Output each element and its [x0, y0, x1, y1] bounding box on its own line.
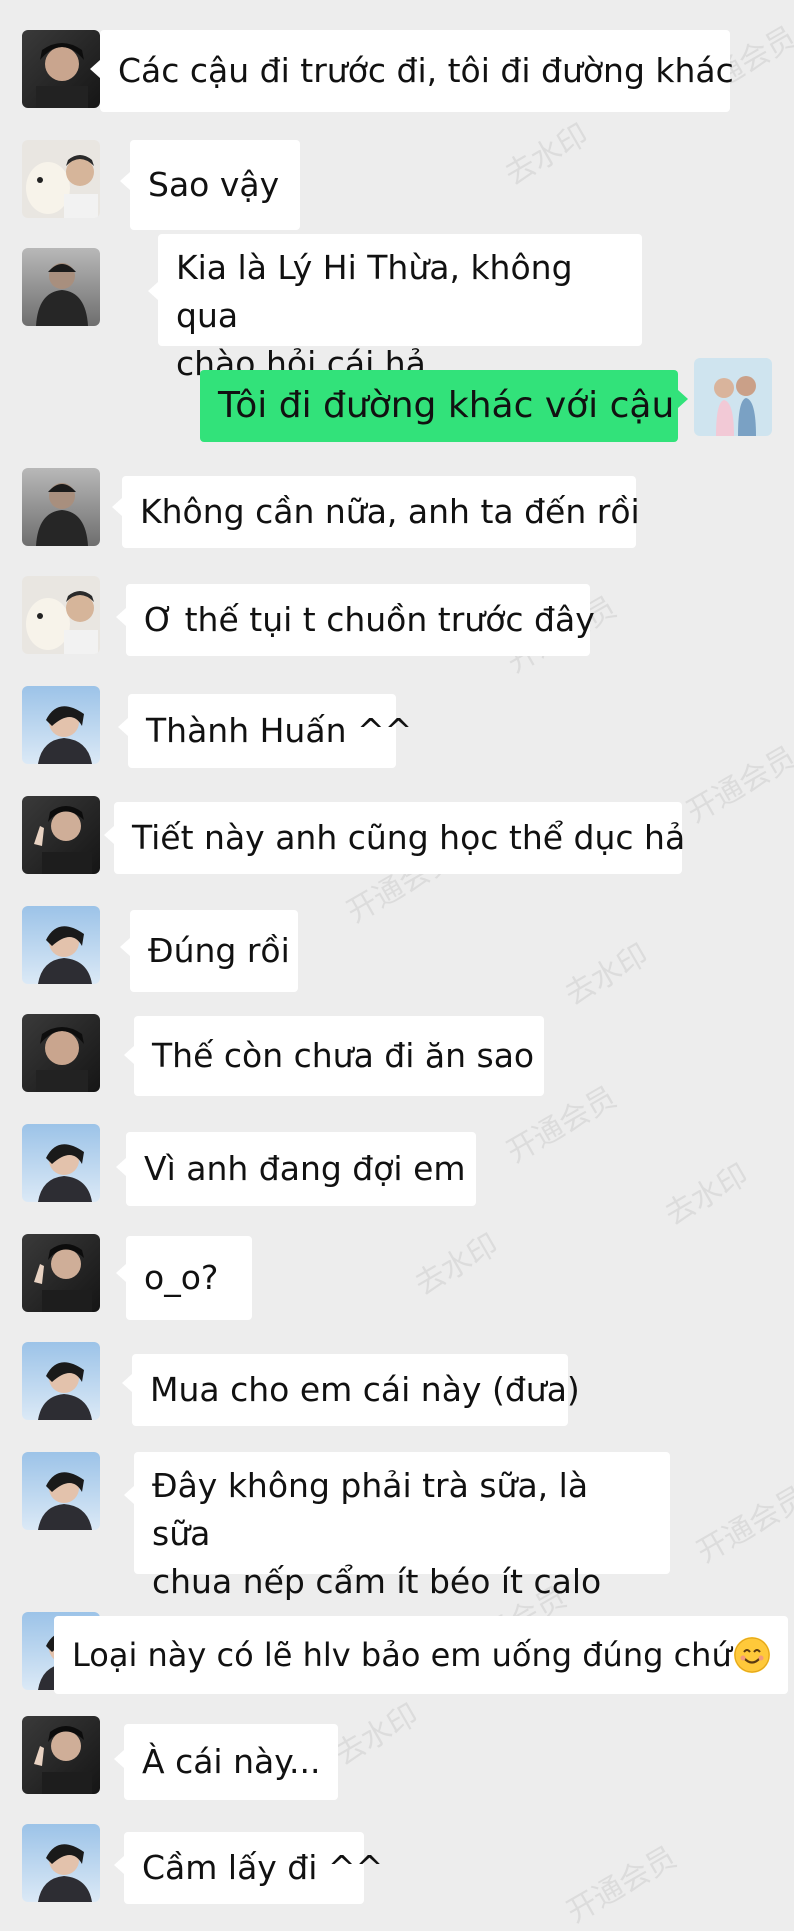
bubble-tail: [124, 1046, 134, 1064]
message-bubble[interactable]: Thế còn chưa đi ăn sao: [134, 1016, 544, 1096]
message-bubble[interactable]: Vì anh đang đợi em: [126, 1132, 476, 1206]
avatar[interactable]: [22, 1124, 100, 1202]
avatar[interactable]: [22, 1342, 100, 1420]
avatar[interactable]: [22, 1014, 100, 1092]
avatar[interactable]: [22, 248, 100, 326]
bubble-tail: [116, 1264, 126, 1282]
avatar[interactable]: [22, 468, 100, 546]
bubble-tail: [116, 608, 126, 626]
avatar[interactable]: [22, 1716, 100, 1794]
message-line: Đây không phải trà sữa, là sữa: [152, 1466, 589, 1553]
avatar[interactable]: [22, 686, 100, 764]
watermark-text: 去水印: [329, 1697, 425, 1773]
message-bubble[interactable]: Ơ thế tụi t chuồn trước đây: [126, 584, 595, 656]
watermark-text: 去水印: [659, 1157, 755, 1233]
message-bubble[interactable]: À cái này...: [124, 1724, 338, 1800]
bubble-tail: [122, 1374, 132, 1392]
avatar[interactable]: [22, 906, 100, 984]
message-bubble[interactable]: Tiết này anh cũng học thể dục hả: [114, 802, 685, 874]
avatar[interactable]: [22, 140, 100, 218]
message-bubble[interactable]: Sao vậy: [130, 140, 300, 230]
bubble-tail: [114, 1750, 124, 1768]
watermark-text: 开通会员: [691, 1479, 794, 1571]
watermark-text: 去水印: [559, 937, 655, 1013]
bubble-tail: [90, 60, 100, 78]
smiling-face-icon: [733, 1637, 770, 1673]
message-bubble[interactable]: Kia là Lý Hi Thừa, không qua chào hỏi cá…: [158, 234, 642, 383]
message-bubble[interactable]: o_o?: [126, 1236, 252, 1320]
message-bubble[interactable]: Thành Huấn ^^: [128, 694, 412, 768]
bubble-tail: [112, 498, 122, 516]
watermark-text: 去水印: [499, 117, 595, 193]
bubble-tail: [114, 1856, 124, 1874]
watermark-text: 开通会员: [561, 1839, 683, 1931]
bubble-tail: [116, 1158, 126, 1176]
bubble-tail: [104, 826, 114, 844]
message-bubble[interactable]: Cầm lấy đi ^^: [124, 1832, 383, 1904]
avatar[interactable]: [22, 1234, 100, 1312]
bubble-tail: [678, 390, 688, 408]
message-line: chua nếp cẩm ít béo ít calo: [152, 1562, 602, 1601]
bubble-tail: [124, 1486, 134, 1504]
avatar[interactable]: [22, 576, 100, 654]
message-text: Loại này có lẽ hlv bảo em uống đúng chứ: [72, 1636, 732, 1674]
message-bubble-outgoing[interactable]: Tôi đi đường khác với cậu: [200, 370, 678, 442]
watermark-text: 开通会员: [681, 739, 794, 831]
message-bubble[interactable]: Đúng rồi: [130, 910, 298, 992]
avatar[interactable]: [22, 30, 100, 108]
message-bubble[interactable]: Mua cho em cái này (đưa): [132, 1354, 580, 1426]
message-bubble[interactable]: Các cậu đi trước đi, tôi đi đường khác: [100, 30, 734, 112]
message-line: Kia là Lý Hi Thừa, không qua: [176, 248, 573, 335]
bubble-tail: [148, 282, 158, 300]
avatar[interactable]: [22, 796, 100, 874]
avatar[interactable]: [22, 1824, 100, 1902]
bubble-tail: [120, 172, 130, 190]
watermark-text: 去水印: [409, 1227, 505, 1303]
bubble-tail: [120, 938, 130, 956]
message-bubble[interactable]: Loại này có lẽ hlv bảo em uống đúng chứ: [54, 1616, 788, 1694]
avatar-self[interactable]: [694, 358, 772, 436]
message-bubble[interactable]: Đây không phải trà sữa, là sữa chua nếp …: [134, 1452, 670, 1601]
bubble-tail: [118, 718, 128, 736]
message-bubble[interactable]: Không cần nữa, anh ta đến rồi: [122, 476, 640, 548]
avatar[interactable]: [22, 1452, 100, 1530]
